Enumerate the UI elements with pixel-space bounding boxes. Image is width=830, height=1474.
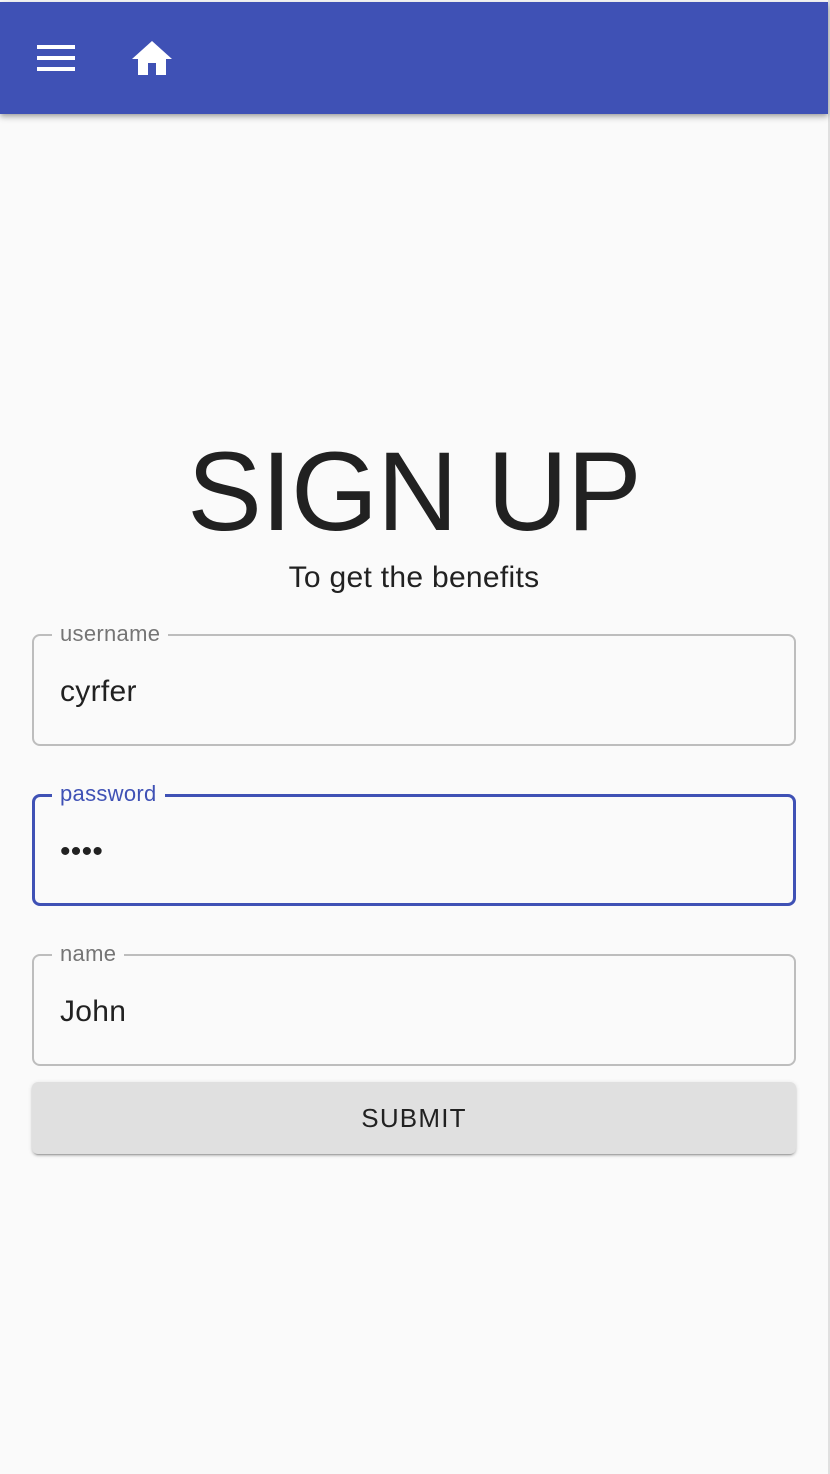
page-subtitle: To get the benefits: [288, 561, 540, 594]
username-label: username: [52, 619, 169, 649]
name-input[interactable]: John: [60, 992, 768, 1032]
username-field[interactable]: username cyrfer: [32, 619, 796, 746]
home-button[interactable]: [124, 30, 180, 86]
page-title: SIGN UP: [187, 429, 642, 554]
password-field[interactable]: password ••••: [32, 779, 796, 906]
app-bar: [0, 2, 828, 114]
submit-button[interactable]: SUBMIT: [32, 1082, 796, 1154]
hamburger-menu-icon: [37, 45, 75, 71]
menu-button[interactable]: [28, 30, 84, 86]
name-field[interactable]: name John: [32, 939, 796, 1066]
password-input[interactable]: ••••: [60, 832, 767, 872]
home-icon: [132, 41, 172, 75]
name-label: name: [52, 939, 125, 969]
username-input[interactable]: cyrfer: [60, 672, 768, 712]
password-label: password: [52, 779, 165, 809]
